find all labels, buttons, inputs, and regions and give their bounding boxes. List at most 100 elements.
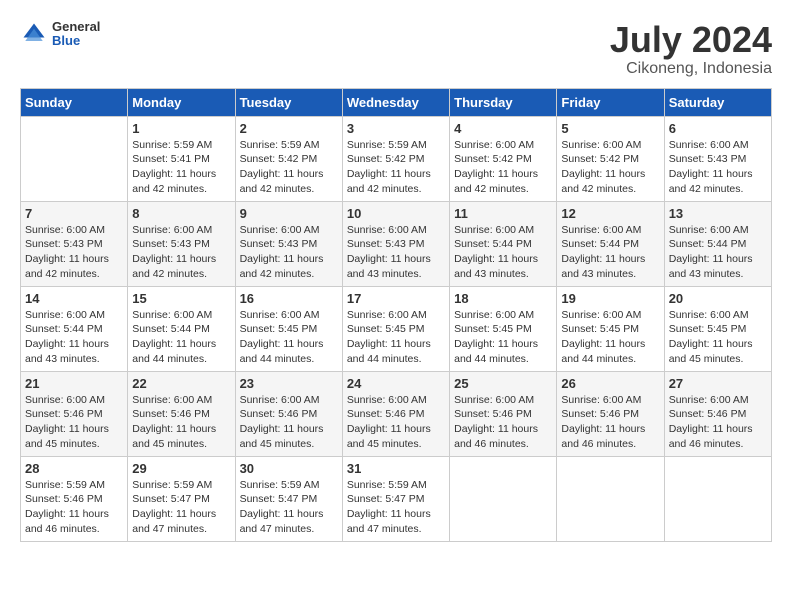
day-number: 17 [347, 291, 445, 306]
day-number: 27 [669, 376, 767, 391]
day-detail: Sunrise: 6:00 AM Sunset: 5:44 PM Dayligh… [132, 308, 230, 367]
day-number: 5 [561, 121, 659, 136]
day-detail: Sunrise: 6:00 AM Sunset: 5:43 PM Dayligh… [25, 223, 123, 282]
day-detail: Sunrise: 6:00 AM Sunset: 5:43 PM Dayligh… [132, 223, 230, 282]
location: Cikoneng, Indonesia [610, 60, 772, 78]
day-detail: Sunrise: 6:00 AM Sunset: 5:46 PM Dayligh… [132, 393, 230, 452]
day-number: 24 [347, 376, 445, 391]
day-number: 23 [240, 376, 338, 391]
weekday-header-wednesday: Wednesday [342, 88, 449, 116]
calendar-cell: 3 Sunrise: 5:59 AM Sunset: 5:42 PM Daylig… [342, 116, 449, 201]
calendar-cell: 21 Sunrise: 6:00 AM Sunset: 5:46 PM Dayli… [21, 371, 128, 456]
logo-blue: Blue [52, 34, 100, 48]
day-detail: Sunrise: 6:00 AM Sunset: 5:44 PM Dayligh… [561, 223, 659, 282]
week-row-4: 21 Sunrise: 6:00 AM Sunset: 5:46 PM Dayli… [21, 371, 772, 456]
day-number: 14 [25, 291, 123, 306]
day-detail: Sunrise: 6:00 AM Sunset: 5:45 PM Dayligh… [669, 308, 767, 367]
day-detail: Sunrise: 6:00 AM Sunset: 5:45 PM Dayligh… [561, 308, 659, 367]
day-detail: Sunrise: 6:00 AM Sunset: 5:45 PM Dayligh… [240, 308, 338, 367]
calendar-cell: 18Sunrise: 6:00 AM Sunset: 5:45 PM Dayli… [450, 286, 557, 371]
day-detail: Sunrise: 6:00 AM Sunset: 5:44 PM Dayligh… [669, 223, 767, 282]
day-detail: Sunrise: 5:59 AM Sunset: 5:42 PM Dayligh… [240, 138, 338, 197]
day-number: 3 [347, 121, 445, 136]
day-number: 29 [132, 461, 230, 476]
day-number: 28 [25, 461, 123, 476]
day-number: 4 [454, 121, 552, 136]
logo-general: General [52, 20, 100, 34]
day-detail: Sunrise: 5:59 AM Sunset: 5:47 PM Dayligh… [132, 478, 230, 537]
weekday-header-thursday: Thursday [450, 88, 557, 116]
day-detail: Sunrise: 6:00 AM Sunset: 5:45 PM Dayligh… [347, 308, 445, 367]
day-number: 8 [132, 206, 230, 221]
calendar-cell [557, 456, 664, 541]
calendar-cell: 29 Sunrise: 5:59 AM Sunset: 5:47 PM Dayli… [128, 456, 235, 541]
day-number: 11 [454, 206, 552, 221]
day-number: 2 [240, 121, 338, 136]
calendar-cell: 9 Sunrise: 6:00 AM Sunset: 5:43 PM Daylig… [235, 201, 342, 286]
calendar-cell: 4 Sunrise: 6:00 AM Sunset: 5:42 PM Daylig… [450, 116, 557, 201]
day-detail: Sunrise: 5:59 AM Sunset: 5:42 PM Dayligh… [347, 138, 445, 197]
day-detail: Sunrise: 6:00 AM Sunset: 5:42 PM Dayligh… [454, 138, 552, 197]
day-number: 6 [669, 121, 767, 136]
page-header: General Blue July 2024 Cikoneng, Indones… [20, 20, 772, 78]
weekday-header-sunday: Sunday [21, 88, 128, 116]
day-number: 22 [132, 376, 230, 391]
calendar-cell: 23 Sunrise: 6:00 AM Sunset: 5:46 PM Dayli… [235, 371, 342, 456]
calendar-cell: 13 Sunrise: 6:00 AM Sunset: 5:44 PM Dayli… [664, 201, 771, 286]
calendar-cell: 19 Sunrise: 6:00 AM Sunset: 5:45 PM Dayli… [557, 286, 664, 371]
title-block: July 2024 Cikoneng, Indonesia [610, 20, 772, 78]
day-detail: Sunrise: 5:59 AM Sunset: 5:47 PM Dayligh… [347, 478, 445, 537]
calendar-cell: 17 Sunrise: 6:00 AM Sunset: 5:45 PM Dayli… [342, 286, 449, 371]
calendar-cell: 26Sunrise: 6:00 AM Sunset: 5:46 PM Dayli… [557, 371, 664, 456]
day-number: 21 [25, 376, 123, 391]
day-number: 13 [669, 206, 767, 221]
day-detail: Sunrise: 6:00 AM Sunset: 5:46 PM Dayligh… [669, 393, 767, 452]
day-detail: Sunrise: 5:59 AM Sunset: 5:47 PM Dayligh… [240, 478, 338, 537]
calendar-cell [21, 116, 128, 201]
calendar-table: SundayMondayTuesdayWednesdayThursdayFrid… [20, 88, 772, 542]
calendar-cell: 27 Sunrise: 6:00 AM Sunset: 5:46 PM Dayli… [664, 371, 771, 456]
day-detail: Sunrise: 6:00 AM Sunset: 5:46 PM Dayligh… [25, 393, 123, 452]
day-detail: Sunrise: 6:00 AM Sunset: 5:45 PM Dayligh… [454, 308, 552, 367]
calendar-cell [664, 456, 771, 541]
calendar-cell: 10Sunrise: 6:00 AM Sunset: 5:43 PM Dayli… [342, 201, 449, 286]
calendar-cell: 22 Sunrise: 6:00 AM Sunset: 5:46 PM Dayli… [128, 371, 235, 456]
month-title: July 2024 [610, 20, 772, 60]
weekday-header-row: SundayMondayTuesdayWednesdayThursdayFrid… [21, 88, 772, 116]
day-number: 12 [561, 206, 659, 221]
calendar-cell: 20 Sunrise: 6:00 AM Sunset: 5:45 PM Dayli… [664, 286, 771, 371]
day-number: 19 [561, 291, 659, 306]
calendar-cell: 1 Sunrise: 5:59 AM Sunset: 5:41 PM Daylig… [128, 116, 235, 201]
day-number: 30 [240, 461, 338, 476]
day-detail: Sunrise: 6:00 AM Sunset: 5:46 PM Dayligh… [347, 393, 445, 452]
weekday-header-tuesday: Tuesday [235, 88, 342, 116]
day-detail: Sunrise: 6:00 AM Sunset: 5:44 PM Dayligh… [25, 308, 123, 367]
calendar-cell [450, 456, 557, 541]
weekday-header-monday: Monday [128, 88, 235, 116]
weekday-header-friday: Friday [557, 88, 664, 116]
day-number: 9 [240, 206, 338, 221]
day-detail: Sunrise: 5:59 AM Sunset: 5:41 PM Dayligh… [132, 138, 230, 197]
day-detail: Sunrise: 6:00 AM Sunset: 5:43 PM Dayligh… [240, 223, 338, 282]
day-detail: Sunrise: 6:00 AM Sunset: 5:43 PM Dayligh… [669, 138, 767, 197]
week-row-3: 14 Sunrise: 6:00 AM Sunset: 5:44 PM Dayli… [21, 286, 772, 371]
calendar-cell: 7 Sunrise: 6:00 AM Sunset: 5:43 PM Daylig… [21, 201, 128, 286]
day-detail: Sunrise: 6:00 AM Sunset: 5:46 PM Dayligh… [454, 393, 552, 452]
calendar-cell: 28 Sunrise: 5:59 AM Sunset: 5:46 PM Dayli… [21, 456, 128, 541]
logo-icon [20, 20, 48, 48]
day-number: 15 [132, 291, 230, 306]
calendar-cell: 11Sunrise: 6:00 AM Sunset: 5:44 PM Dayli… [450, 201, 557, 286]
logo-text: General Blue [52, 20, 100, 49]
day-number: 1 [132, 121, 230, 136]
day-number: 20 [669, 291, 767, 306]
calendar-cell: 14 Sunrise: 6:00 AM Sunset: 5:44 PM Dayli… [21, 286, 128, 371]
day-detail: Sunrise: 6:00 AM Sunset: 5:46 PM Dayligh… [240, 393, 338, 452]
calendar-cell: 30 Sunrise: 5:59 AM Sunset: 5:47 PM Dayli… [235, 456, 342, 541]
logo: General Blue [20, 20, 100, 49]
calendar-cell: 8 Sunrise: 6:00 AM Sunset: 5:43 PM Daylig… [128, 201, 235, 286]
day-number: 7 [25, 206, 123, 221]
day-number: 25 [454, 376, 552, 391]
calendar-cell: 25 Sunrise: 6:00 AM Sunset: 5:46 PM Dayli… [450, 371, 557, 456]
day-detail: Sunrise: 5:59 AM Sunset: 5:46 PM Dayligh… [25, 478, 123, 537]
week-row-5: 28 Sunrise: 5:59 AM Sunset: 5:46 PM Dayli… [21, 456, 772, 541]
